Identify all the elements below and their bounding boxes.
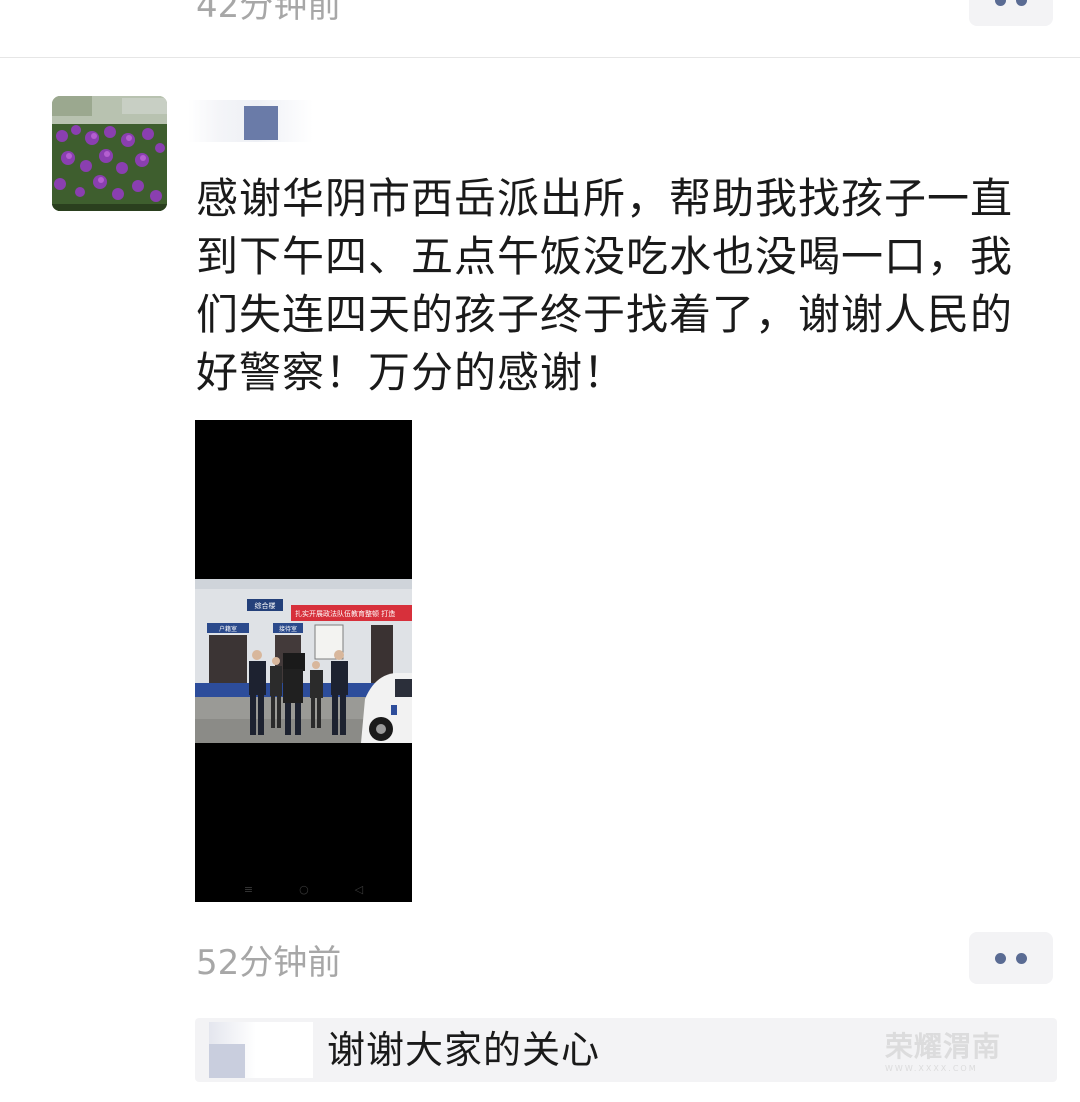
more-dot-icon — [995, 952, 1006, 964]
comment-author[interactable] — [209, 1022, 313, 1078]
avatar[interactable] — [52, 96, 167, 211]
previous-post-timestamp: 42分钟前 — [196, 0, 342, 26]
watermark-logo: 荣耀渭南 WWW.XXXX.COM — [885, 1030, 1001, 1074]
more-dot-icon — [1016, 0, 1027, 6]
post-divider — [0, 57, 1080, 58]
post-image[interactable]: 综合楼 扎实开展政法队伍教育整顿 打造 户籍室 接待室 ≡ ○ ◁ — [195, 420, 412, 902]
post-timestamp: 52分钟前 — [196, 943, 342, 983]
watermark-subtext: WWW.XXXX.COM — [885, 1064, 978, 1073]
home-icon: ○ — [299, 883, 309, 896]
flower-garden-image — [52, 96, 167, 211]
photo-door-sign-left: 户籍室 — [219, 625, 237, 633]
post-more-button[interactable] — [969, 932, 1053, 984]
photo-sign-top: 综合楼 — [255, 601, 276, 610]
watermark-text: 荣耀渭南 — [885, 1030, 1002, 1063]
post-text: 感谢华阴市西岳派出所，帮助我找孩子一直到下午四、五点午饭没吃水也没喝一口，我们失… — [196, 174, 1014, 397]
photo-door-sign-mid: 接待室 — [279, 625, 297, 633]
comment-text[interactable]: 谢谢大家的关心 — [327, 1026, 600, 1074]
moments-feed: 42分钟前 感谢华阴市西岳派出所，帮助我找孩子一直到下午四、五点午饭没吃水也没喝… — [0, 0, 1080, 1102]
previous-post-more-button[interactable] — [969, 0, 1053, 26]
more-dot-icon — [1016, 952, 1027, 964]
blurred-nickname-block — [244, 106, 278, 140]
more-dot-icon — [995, 0, 1006, 6]
blurred-commenter-block — [209, 1044, 245, 1078]
menu-icon: ≡ — [243, 883, 254, 896]
phone-nav-bar: ≡ ○ ◁ — [195, 883, 412, 896]
photo-banner: 扎实开展政法队伍教育整顿 打造 — [295, 609, 395, 618]
user-nickname[interactable] — [188, 100, 313, 142]
police-station-photo: 综合楼 扎实开展政法队伍教育整顿 打造 户籍室 接待室 — [195, 579, 412, 743]
back-icon: ◁ — [354, 883, 364, 896]
